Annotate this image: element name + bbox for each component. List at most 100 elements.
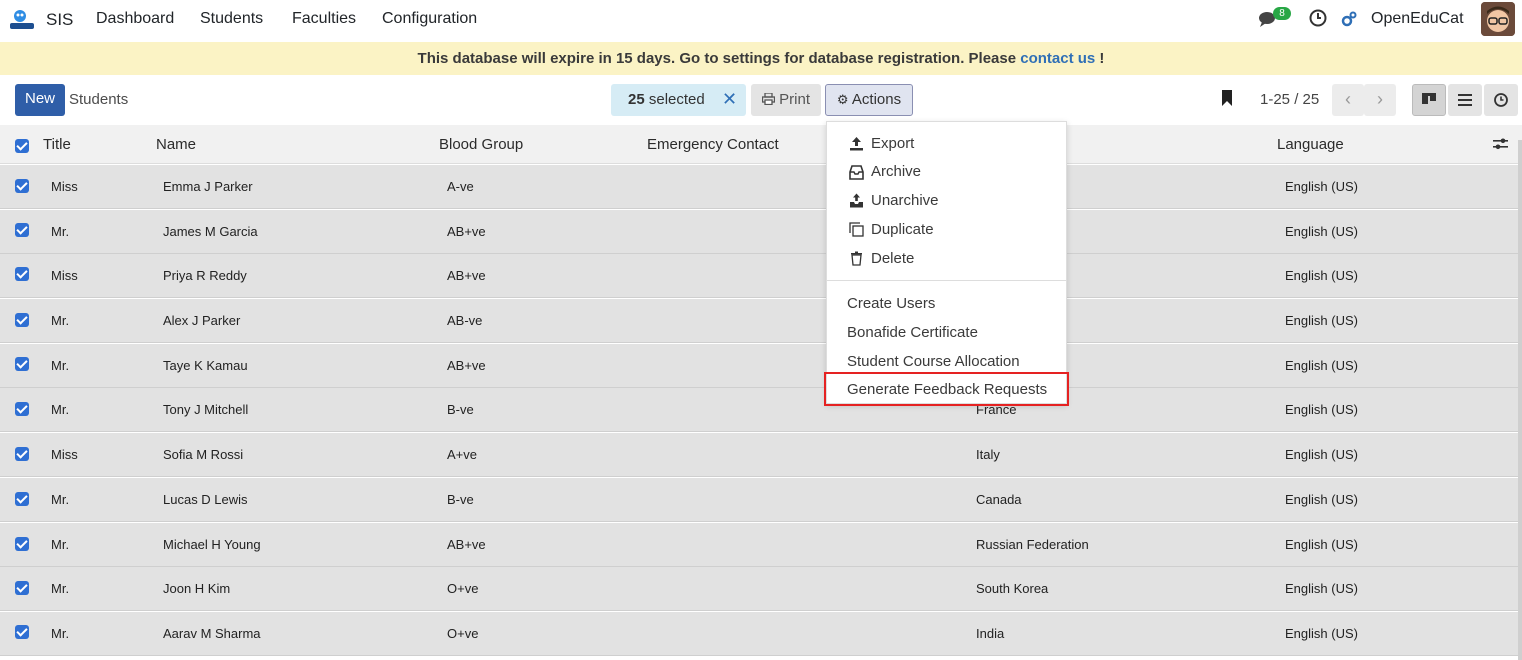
cell-country: India	[976, 626, 1005, 641]
table-row[interactable]: Miss Sofia M Rossi A+ve Italy English (U…	[0, 433, 1518, 477]
breadcrumb: Students	[69, 91, 129, 108]
menu-item-student-course-allocation[interactable]: Student Course Allocation	[847, 353, 1020, 370]
column-header-name[interactable]: Name	[156, 136, 196, 153]
table-row[interactable]: Mr. Taye K Kamau AB+ve English (US)	[0, 344, 1518, 388]
activity-view-button[interactable]	[1484, 84, 1518, 116]
column-header-emergency-contact[interactable]: Emergency Contact	[647, 136, 779, 153]
table-row[interactable]: Mr. Alex J Parker AB-ve English (US)	[0, 299, 1518, 343]
trash-icon	[851, 251, 862, 266]
kanban-icon	[1422, 93, 1436, 104]
row-checkbox[interactable]	[15, 223, 29, 237]
app-name[interactable]: SIS	[46, 10, 73, 30]
cell-name: Alex J Parker	[163, 313, 241, 328]
cell-name: Aarav M Sharma	[163, 626, 261, 641]
cell-language: English (US)	[1285, 626, 1358, 641]
cell-country: Canada	[976, 492, 1022, 507]
cell-blood-group: AB+ve	[447, 224, 486, 239]
menu-item-label: Export	[871, 135, 915, 152]
table-row[interactable]: Mr. James M Garcia AB+ve English (US)	[0, 210, 1518, 254]
table-row[interactable]: Mr. Lucas D Lewis B-ve Canada English (U…	[0, 478, 1518, 522]
cell-name: Lucas D Lewis	[163, 492, 248, 507]
cell-language: English (US)	[1285, 447, 1358, 462]
pager-next-button[interactable]: ›	[1364, 84, 1396, 116]
user-name[interactable]: OpenEduCat	[1371, 10, 1464, 28]
nav-dashboard[interactable]: Dashboard	[96, 10, 174, 28]
row-checkbox[interactable]	[15, 447, 29, 461]
column-settings-icon[interactable]	[1493, 137, 1508, 151]
row-checkbox[interactable]	[15, 179, 29, 193]
column-header-blood-group[interactable]: Blood Group	[439, 136, 523, 153]
cell-name: Emma J Parker	[163, 179, 253, 194]
row-checkbox[interactable]	[15, 357, 29, 371]
row-checkbox[interactable]	[15, 581, 29, 595]
table-row[interactable]: Mr. Michael H Young AB+ve Russian Federa…	[0, 523, 1518, 567]
nav-configuration[interactable]: Configuration	[382, 10, 477, 28]
selected-label: selected	[644, 91, 705, 108]
settings-gears-icon[interactable]	[1341, 11, 1357, 27]
selected-count: 25	[628, 91, 645, 108]
cell-name: Taye K Kamau	[163, 358, 248, 373]
table-row[interactable]: Miss Priya R Reddy AB+ve English (US)	[0, 254, 1518, 298]
table-row[interactable]: Mr. Aarav M Sharma O+ve India English (U…	[0, 612, 1518, 656]
row-checkbox[interactable]	[15, 625, 29, 639]
row-checkbox[interactable]	[15, 537, 29, 551]
cell-blood-group: O+ve	[447, 626, 479, 641]
cell-country: Russian Federation	[976, 537, 1089, 552]
cell-language: English (US)	[1285, 537, 1358, 552]
row-checkbox[interactable]	[15, 267, 29, 281]
cell-blood-group: AB+ve	[447, 358, 486, 373]
cell-title: Miss	[51, 179, 78, 194]
archive-icon	[849, 165, 864, 180]
banner-suffix: !	[1095, 50, 1105, 67]
table-row[interactable]: Mr. Joon H Kim O+ve South Korea English …	[0, 567, 1518, 611]
row-checkbox[interactable]	[15, 492, 29, 506]
menu-divider	[827, 280, 1066, 281]
menu-item-label: Unarchive	[871, 192, 939, 209]
actions-label: Actions	[851, 91, 902, 108]
actions-dropdown-menu: Export Archive Unarchive Duplicate Delet…	[826, 121, 1067, 404]
cell-language: English (US)	[1285, 492, 1358, 507]
cell-title: Mr.	[51, 358, 70, 373]
gear-icon: ⚙	[836, 92, 849, 107]
vertical-scrollbar[interactable]	[1518, 140, 1522, 660]
bookmark-icon[interactable]	[1221, 90, 1233, 106]
menu-item-bonafide-certificate[interactable]: Bonafide Certificate	[847, 324, 978, 341]
app-logo-icon[interactable]	[8, 8, 36, 32]
list-view-button[interactable]	[1448, 84, 1482, 116]
row-checkbox[interactable]	[15, 313, 29, 327]
upload-icon	[850, 137, 863, 151]
row-checkbox[interactable]	[15, 402, 29, 416]
cell-title: Miss	[51, 447, 78, 462]
cell-name: James M Garcia	[163, 224, 258, 239]
chat-count-badge: 8	[1273, 7, 1291, 20]
cell-language: English (US)	[1285, 268, 1358, 283]
cell-language: English (US)	[1285, 358, 1358, 373]
contact-us-link[interactable]: contact us	[1020, 50, 1095, 67]
cell-blood-group: B-ve	[447, 402, 474, 417]
pager-value[interactable]: 1-25 / 25	[1260, 91, 1319, 108]
column-header-language[interactable]: Language	[1277, 136, 1344, 153]
kanban-view-button[interactable]	[1412, 84, 1446, 116]
cell-language: English (US)	[1285, 402, 1358, 417]
clock-icon[interactable]	[1309, 9, 1327, 27]
clear-selection-icon[interactable]: ✕	[722, 84, 737, 116]
nav-students[interactable]: Students	[200, 10, 263, 28]
actions-button[interactable]: ⚙ Actions	[825, 84, 913, 116]
pager-previous-button[interactable]: ‹	[1332, 84, 1364, 116]
user-avatar[interactable]	[1481, 2, 1515, 36]
copy-icon	[849, 222, 864, 237]
cell-name: Priya R Reddy	[163, 268, 247, 283]
cell-title: Mr.	[51, 492, 70, 507]
select-all-checkbox[interactable]	[15, 139, 29, 153]
banner-text: This database will expire in 15 days. Go…	[417, 50, 1021, 67]
list-icon	[1458, 94, 1472, 106]
unarchive-icon	[850, 193, 863, 208]
menu-item-create-users[interactable]: Create Users	[847, 295, 935, 312]
table-row[interactable]: Mr. Tony J Mitchell B-ve France English …	[0, 388, 1518, 432]
cell-name: Joon H Kim	[163, 581, 231, 596]
new-button[interactable]: New	[15, 84, 65, 116]
print-button[interactable]: Print	[751, 84, 821, 116]
nav-faculties[interactable]: Faculties	[292, 10, 356, 28]
table-row[interactable]: Miss Emma J Parker A-ve English (US)	[0, 165, 1518, 209]
column-header-title[interactable]: Title	[43, 136, 71, 153]
